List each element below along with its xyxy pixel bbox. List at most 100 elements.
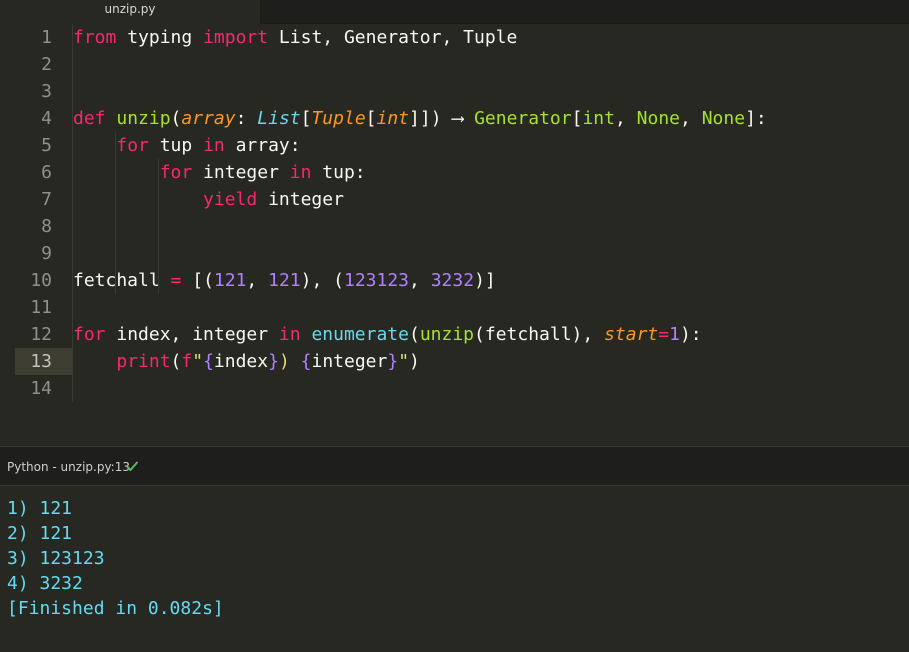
code-token: start: [604, 324, 659, 345]
line-number: 1: [41, 27, 52, 48]
code-token: [: [365, 108, 377, 129]
code-token: from: [73, 27, 117, 48]
code-token: }: [268, 351, 279, 372]
code-token: ]]): [409, 108, 453, 129]
line-code: for integer in tup:: [73, 159, 366, 186]
line-number: 12: [30, 324, 52, 345]
code-line[interactable]: 1 from typing import List, Generator, Tup…: [0, 24, 909, 51]
code-token: unzip: [116, 108, 171, 129]
code-token: [: [300, 108, 312, 129]
line-code: fetchall = [(121, 121), (123123, 3232)]: [73, 267, 496, 294]
code-token: ): [409, 351, 420, 372]
code-token: (fetchall),: [474, 324, 605, 345]
code-token: in: [278, 324, 301, 345]
code-editor[interactable]: 1 from typing import List, Generator, Tup…: [0, 24, 909, 446]
line-code: for tup in array:: [73, 132, 301, 159]
code-line[interactable]: 9: [0, 240, 909, 267]
code-token: None: [701, 108, 746, 129]
line-number: 13: [30, 351, 52, 372]
code-token: {: [300, 351, 312, 372]
status-bar: Python - unzip.py:13: [0, 446, 909, 486]
code-token: in: [289, 162, 312, 183]
code-token: =: [658, 324, 670, 345]
code-line[interactable]: 11: [0, 294, 909, 321]
code-line[interactable]: 14: [0, 375, 909, 402]
code-token: f: [181, 351, 193, 372]
tab-bar: unzip.py: [0, 0, 909, 24]
code-token: :: [235, 108, 258, 129]
code-line[interactable]: 10 fetchall = [(121, 121), (123123, 3232)…: [0, 267, 909, 294]
output-line: [Finished in 0.082s]: [7, 598, 224, 619]
code-token: fetchall: [73, 270, 171, 291]
code-token: [(: [181, 270, 214, 291]
code-token: 3232: [430, 270, 475, 291]
code-token: (: [408, 324, 420, 345]
code-token: def: [73, 108, 106, 129]
code-token: Tuple: [311, 108, 366, 129]
code-token: ):: [679, 324, 702, 345]
code-token: index, integer: [105, 324, 279, 345]
code-token: ": [398, 351, 410, 372]
code-token: 121: [213, 270, 247, 291]
line-number: 4: [41, 108, 52, 129]
code-token: Generator: [474, 108, 572, 129]
code-token: ), (: [300, 270, 344, 291]
line-number: 8: [41, 216, 52, 237]
output-line: 1) 121: [7, 498, 73, 519]
line-number: 11: [30, 297, 52, 318]
code-token: array: [181, 108, 236, 129]
code-line[interactable]: 6 for integer in tup:: [0, 159, 909, 186]
code-line[interactable]: 4 def unzip(array: List[Tuple[int]]) ⟶ Ge…: [0, 105, 909, 132]
code-token: print: [116, 351, 171, 372]
output-line: 3) 123123: [7, 548, 105, 569]
code-line[interactable]: 7 yield integer: [0, 186, 909, 213]
code-token: unzip: [419, 324, 475, 345]
code-token: array:: [224, 135, 301, 156]
line-code: def unzip(array: List[Tuple[int]]) ⟶ Gen…: [73, 105, 767, 132]
code-token: for: [116, 135, 149, 156]
code-line[interactable]: 3: [0, 78, 909, 105]
line-number: 5: [41, 135, 52, 156]
code-token: ,: [246, 270, 269, 291]
code-line[interactable]: 13 print(f"{index}) {integer}"): [0, 348, 909, 375]
code-token: for: [159, 162, 193, 183]
line-code: for index, integer in enumerate(unzip(fe…: [73, 321, 702, 348]
code-token: 1: [669, 324, 680, 345]
code-token: ": [192, 351, 204, 372]
code-line[interactable]: 5 for tup in array:: [0, 132, 909, 159]
code-line[interactable]: 12 for index, integer in enumerate(unzip(…: [0, 321, 909, 348]
code-token: import: [203, 27, 269, 48]
line-code: yield integer: [73, 186, 344, 213]
code-token: None: [636, 108, 681, 129]
code-line[interactable]: 8: [0, 213, 909, 240]
code-line[interactable]: 2: [0, 51, 909, 78]
code-token: List, Generator, Tuple: [268, 27, 518, 48]
code-token: )]: [474, 270, 496, 291]
line-code: from typing import List, Generator, Tupl…: [73, 24, 517, 51]
line-number: 7: [41, 189, 52, 210]
line-number: 6: [41, 162, 52, 183]
code-token: ⟶: [452, 108, 464, 129]
code-token: for: [73, 324, 106, 345]
line-number: 3: [41, 81, 52, 102]
tab-unzip-py[interactable]: unzip.py: [0, 0, 261, 24]
code-token: ,: [409, 270, 431, 291]
output-line: 4) 3232: [7, 573, 83, 594]
code-token: 123123: [343, 270, 410, 291]
tab-label: unzip.py: [104, 2, 156, 16]
code-token: in: [203, 135, 225, 156]
code-token: =: [170, 270, 182, 291]
code-token: {: [203, 351, 214, 372]
code-token: List: [257, 108, 301, 129]
code-token: int: [376, 108, 410, 129]
line-number: 10: [30, 270, 52, 291]
check-icon: [126, 461, 138, 471]
line-number: 2: [41, 54, 52, 75]
code-token: integer: [311, 351, 388, 372]
code-token: ,: [680, 108, 702, 129]
